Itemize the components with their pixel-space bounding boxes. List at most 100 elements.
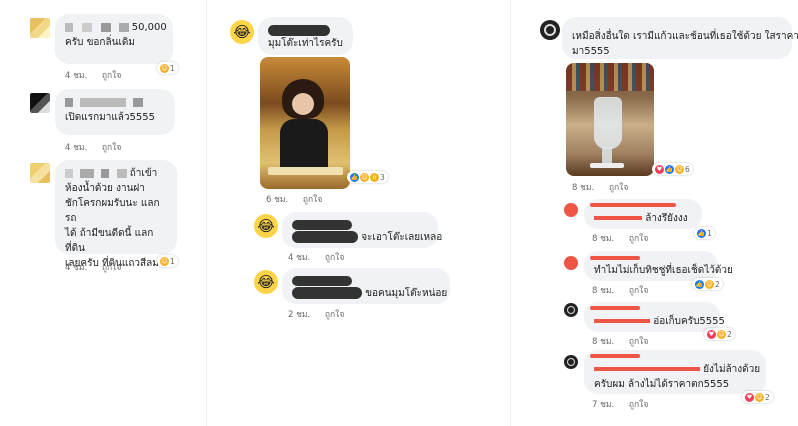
commenter-name-redacted[interactable] [292,276,352,286]
like-reaction-icon: 👍 [350,172,359,182]
comment-bubble: เปิดแรกมาแล้ว5555 [55,89,175,135]
comment-text-line: มา5555 [572,46,610,57]
avatar-logo-icon [567,358,575,366]
comment-panel-middle: 😂 มุมโต๊ะเท่าไรครับ 👍 ☺ o 3 6 ชม. ถูกใจ … [210,0,502,426]
like-link[interactable]: ถูกใจ [629,234,648,244]
comment-time[interactable]: 4 ชม. [288,253,310,263]
like-link[interactable]: ถูกใจ [629,286,648,296]
like-link[interactable]: ถูกใจ [102,263,121,273]
commenter-name-redacted[interactable] [590,306,640,310]
like-link[interactable]: ถูกใจ [325,253,344,263]
comment-meta: 4 ชม. ถูกใจ [288,250,356,264]
commenter-name-redacted[interactable] [268,24,330,36]
comment-panel-right: เหมือสิ่งอื่นใด เรามีแก้วและช้อนที่เธอใช… [520,0,798,426]
reaction-summary[interactable]: 👍 ☺ 2 [692,278,723,290]
comment-bubble: จะเอาโต๊ะเลยเหลอ [282,212,442,248]
like-link[interactable]: ถูกใจ [325,310,344,320]
comment-time[interactable]: 8 ชม. [572,183,594,193]
haha-reaction-icon: ☺ [717,329,726,339]
commenter-name-redacted[interactable] [292,220,352,230]
comment-time[interactable]: 2 ชม. [288,310,310,320]
panel-divider [206,0,207,426]
commenter-name-redacted[interactable] [65,168,73,178]
comment-text: ทำไมไม่เก็บทิชชู่ที่เธอเช็ดไว้ด้วย [594,265,733,276]
comment-meta: 7 ชม. ถูกใจ [592,397,660,411]
comment-text: อ่อเก็บครับ5555 [653,316,725,327]
avatar-logo-icon [544,24,556,36]
laughing-emoji-avatar-icon[interactable]: 😂 [254,214,278,238]
comment-text: เปิดแรกมาแล้ว5555 [65,112,155,123]
comment-meta: 8 ชม. ถูกใจ [592,334,660,348]
commenter-name-redacted[interactable] [590,256,640,260]
comment-text: ครับ ขอกลิ่นเดิม [65,37,135,48]
comment-text-tail: ถ้าเข้า [129,168,158,179]
like-link[interactable]: ถูกใจ [303,195,322,205]
comment-photo[interactable] [566,63,654,176]
laughing-emoji-avatar-icon[interactable]: 😂 [254,270,278,294]
comment-bubble: ถ้าเข้า ห้องน้ำด้วย งานฝา ชักโครกผมรับนะ… [55,160,177,269]
love-reaction-icon: ♥ [707,329,716,339]
comment-bubble: เหมือสิ่งอื่นใด เรามีแก้วและช้อนที่เธอใช… [562,17,798,59]
like-link[interactable]: ถูกใจ [629,337,648,347]
comment-time[interactable]: 7 ชม. [592,400,614,410]
comment-text-line: ได้ ถ้ามีขนดีดนี้ แลกที่ดิน [65,228,154,254]
reaction-summary[interactable]: ♥ ☺ 2 [704,328,735,340]
comment-meta: 4 ชม. ถูกใจ [65,68,133,82]
avatar[interactable] [30,18,50,38]
comment-meta: 8 ชม. ถูกใจ [592,231,660,245]
avatar[interactable] [30,93,50,113]
comment-text: ขอคนมุมโต๊ะหน่อย [365,288,448,299]
comment-meta: 8 ชม. ถูกใจ [572,180,640,194]
reaction-summary[interactable]: ☺ 1 [157,255,178,267]
commenter-name-redacted[interactable] [65,97,73,107]
like-link[interactable]: ถูกใจ [629,400,648,410]
like-link[interactable]: ถูกใจ [102,71,121,81]
comment-bubble: ขอคนมุมโต๊ะหน่อย [282,268,450,304]
love-reaction-icon: ♥ [655,164,664,174]
avatar[interactable] [564,303,578,317]
commenter-name-redacted[interactable] [65,22,73,32]
comment-time[interactable]: 8 ชม. [592,337,614,347]
like-reaction-icon: 👍 [695,279,704,289]
comment-text: ล้างรึยังงง [645,213,688,224]
comment-text-line: ครับผม ล้างไม่ได้ราคาตก5555 [594,379,730,390]
haha-reaction-icon: ☺ [675,164,684,174]
comment-meta: 4 ชม. ถูกใจ [65,260,133,274]
comment-text: มุมโต๊ะเท่าไรครับ [268,38,343,49]
wow-reaction-icon: o [370,172,379,182]
comment-time[interactable]: 4 ชม. [65,143,87,153]
avatar[interactable] [540,20,560,40]
like-reaction-icon: 👍 [697,228,706,238]
haha-reaction-icon: ☺ [705,279,714,289]
avatar[interactable] [564,355,578,369]
haha-reaction-icon: ☺ [360,172,369,182]
comment-text-line: ห้องน้ำด้วย งานฝา [65,183,145,194]
avatar[interactable] [564,203,578,217]
like-link[interactable]: ถูกใจ [102,143,121,153]
comment-text: จะเอาโต๊ะเลยเหลอ [361,232,443,243]
reaction-summary[interactable]: ♥ 👍 ☺ 6 [652,163,693,175]
comment-bubble: มุมโต๊ะเท่าไรครับ [258,17,353,55]
reaction-summary[interactable]: ☺ 1 [157,62,178,74]
avatar[interactable] [564,256,578,270]
laughing-emoji-avatar-icon[interactable]: 😂 [230,20,254,44]
reaction-summary[interactable]: ♥ ☺ 2 [742,391,773,403]
comment-text-line: ยังไม่ล้างด้วย [703,364,761,375]
reaction-summary[interactable]: 👍 1 [694,227,715,239]
comment-text-line: เหมือสิ่งอื่นใด เรามีแก้วและช้อนที่เธอใช… [572,31,798,42]
haha-reaction-icon: ☺ [160,63,169,73]
comment-time[interactable]: 8 ชม. [592,286,614,296]
like-link[interactable]: ถูกใจ [609,183,628,193]
comment-meta: 4 ชม. ถูกใจ [65,140,133,154]
comment-photo[interactable] [260,57,350,189]
comment-time[interactable]: 4 ชม. [65,71,87,81]
comment-time[interactable]: 4 ชม. [65,263,87,273]
commenter-name-redacted[interactable] [590,354,640,358]
reaction-summary[interactable]: 👍 ☺ o 3 [347,171,388,183]
avatar[interactable] [30,163,50,183]
commenter-name-redacted[interactable] [590,203,676,207]
comment-time[interactable]: 8 ชม. [592,234,614,244]
comment-time[interactable]: 6 ชม. [266,195,288,205]
avatar-logo-icon [567,306,575,314]
haha-reaction-icon: ☺ [755,392,764,402]
